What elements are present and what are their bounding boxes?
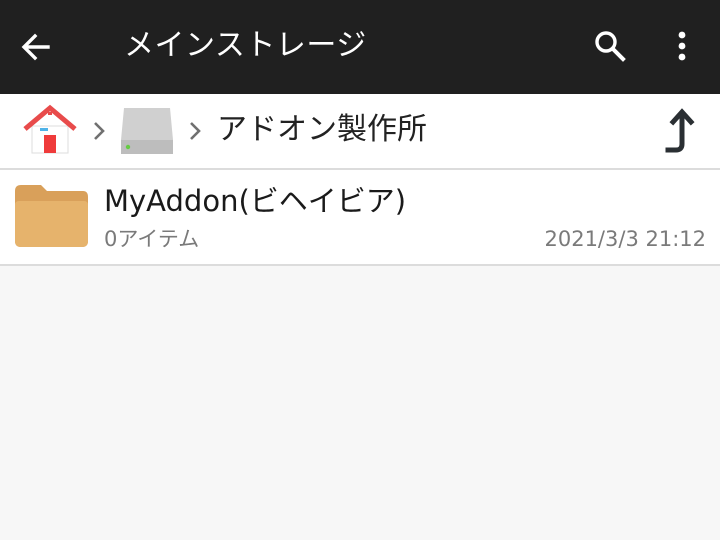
breadcrumb-current-folder[interactable]: アドオン製作所: [217, 110, 427, 150]
drive-icon: [121, 108, 173, 154]
breadcrumb-drive[interactable]: [118, 104, 176, 156]
folder-icon: [13, 183, 90, 249]
more-vert-icon: [678, 31, 686, 61]
modified-date: 2021/3/3 21:12: [544, 227, 706, 251]
item-count: 0アイテム: [104, 227, 200, 251]
home-icon: [23, 104, 77, 154]
breadcrumb: アドオン製作所: [0, 94, 720, 170]
search-button[interactable]: [591, 27, 629, 65]
file-name: MyAddon(ビヘイビア): [104, 184, 407, 218]
breadcrumb-home[interactable]: [22, 104, 78, 154]
more-options-button[interactable]: [664, 27, 700, 65]
up-arrow-icon: [665, 108, 695, 153]
list-item[interactable]: MyAddon(ビヘイビア) 0アイテム 2021/3/3 21:12: [0, 170, 720, 266]
chevron-right-icon: [190, 122, 201, 140]
app-bar: メインストレージ: [0, 0, 720, 94]
window-title: メインストレージ: [124, 28, 367, 63]
arrow-left-icon: [21, 33, 50, 61]
back-button[interactable]: [18, 29, 54, 65]
parent-folder-button[interactable]: [660, 108, 700, 154]
chevron-right-icon: [94, 122, 105, 140]
search-icon: [595, 31, 626, 62]
